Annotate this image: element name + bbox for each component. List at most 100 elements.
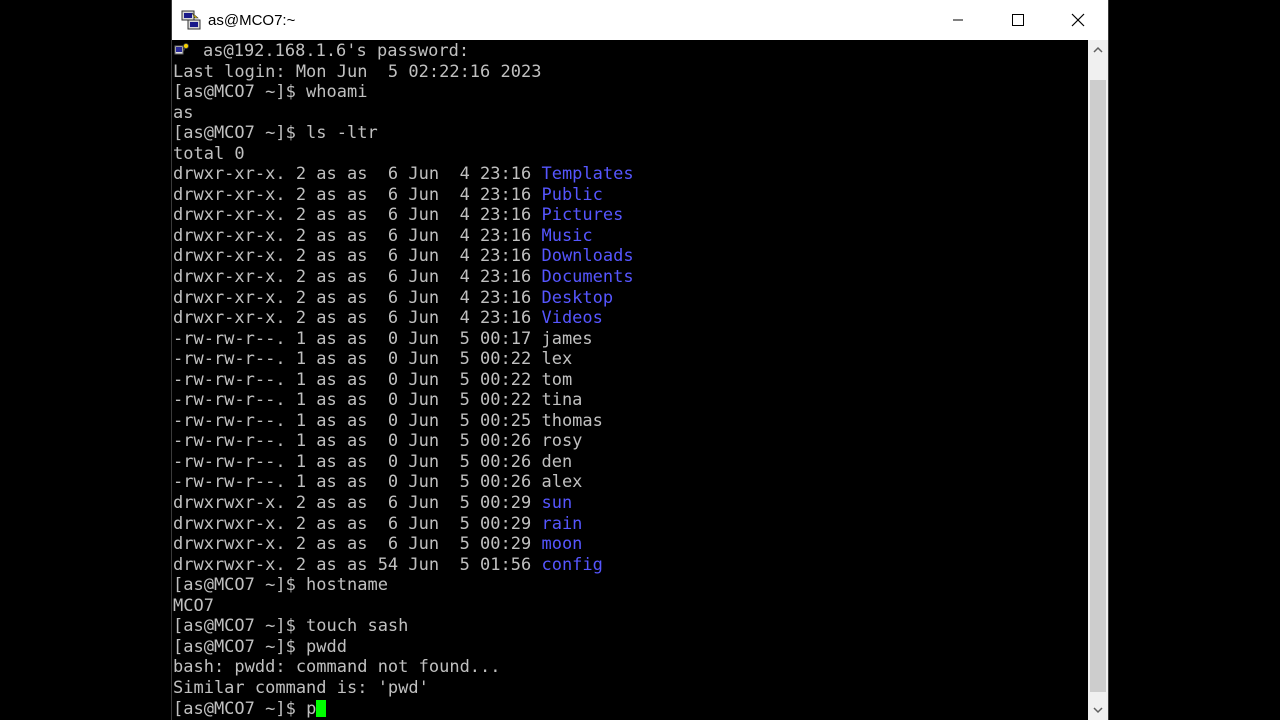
scroll-up-button[interactable]	[1088, 40, 1108, 60]
file-name: lex	[541, 349, 573, 370]
command-input[interactable]: p	[306, 699, 316, 719]
directory-name: Desktop	[541, 287, 614, 308]
line-text: [as@MCO7 ~]$ hostname	[173, 575, 388, 596]
directory-name: Documents	[541, 267, 634, 288]
terminal-line: drwxr-xr-x. 2 as as 6 Jun 4 23:16 Public	[173, 185, 634, 206]
terminal-line: drwxr-xr-x. 2 as as 6 Jun 4 23:16 Downlo…	[173, 246, 634, 267]
directory-name: Templates	[541, 164, 634, 185]
close-icon	[1071, 13, 1085, 27]
line-text: [as@MCO7 ~]$ pwdd	[173, 636, 347, 657]
line-text: -rw-rw-r--. 1 as as 0 Jun 5 00:26	[173, 431, 542, 452]
terminal-line: [as@MCO7 ~]$ pwdd	[173, 637, 634, 658]
chevron-down-icon	[1093, 707, 1103, 714]
directory-name: Music	[541, 225, 593, 246]
window-title: as@MCO7:~	[208, 11, 296, 29]
terminal-line: [as@MCO7 ~]$ whoami	[173, 82, 634, 103]
line-text: drwxr-xr-x. 2 as as 6 Jun 4 23:16	[173, 246, 542, 267]
line-text: -rw-rw-r--. 1 as as 0 Jun 5 00:26	[173, 472, 542, 493]
terminal-line: as	[173, 103, 634, 124]
text-cursor	[316, 699, 327, 717]
terminal-line: drwxrwxr-x. 2 as as 6 Jun 5 00:29 rain	[173, 514, 634, 535]
file-name: james	[541, 328, 593, 349]
file-name: tom	[541, 369, 573, 390]
terminal-line: [as@MCO7 ~]$ hostname	[173, 575, 634, 596]
close-button[interactable]	[1048, 0, 1108, 40]
directory-name: config	[541, 554, 603, 575]
line-text: total 0	[173, 143, 245, 164]
terminal-line: Last login: Mon Jun 5 02:22:16 2023	[173, 62, 634, 83]
directory-name: moon	[541, 534, 583, 555]
terminal-line: -rw-rw-r--. 1 as as 0 Jun 5 00:22 tina	[173, 390, 634, 411]
line-text: MCO7	[173, 595, 214, 616]
line-text: -rw-rw-r--. 1 as as 0 Jun 5 00:25	[173, 410, 542, 431]
command-input-line[interactable]: [as@MCO7 ~]$ p	[173, 699, 634, 720]
line-text: Similar command is: 'pwd'	[173, 677, 429, 698]
directory-name: rain	[541, 513, 583, 534]
file-name: alex	[541, 472, 583, 493]
line-text: -rw-rw-r--. 1 as as 0 Jun 5 00:22	[173, 349, 542, 370]
line-text: drwxr-xr-x. 2 as as 6 Jun 4 23:16	[173, 308, 542, 329]
terminal-line: -rw-rw-r--. 1 as as 0 Jun 5 00:26 den	[173, 452, 634, 473]
line-text: drwxrwxr-x. 2 as as 54 Jun 5 01:56	[173, 554, 542, 575]
terminal-line: drwxrwxr-x. 2 as as 54 Jun 5 01:56 confi…	[173, 555, 634, 576]
line-text: -rw-rw-r--. 1 as as 0 Jun 5 00:22	[173, 369, 542, 390]
password-prompt-text: as@192.168.1.6's password:	[203, 41, 470, 61]
terminal-line: drwxrwxr-x. 2 as as 6 Jun 5 00:29 moon	[173, 534, 634, 555]
terminal-line: drwxr-xr-x. 2 as as 6 Jun 4 23:16 Deskto…	[173, 288, 634, 309]
file-name: rosy	[541, 431, 583, 452]
line-text: -rw-rw-r--. 1 as as 0 Jun 5 00:17	[173, 328, 542, 349]
terminal-line: [as@MCO7 ~]$ ls -ltr	[173, 123, 634, 144]
maximize-button[interactable]	[988, 0, 1048, 40]
line-text: drwxr-xr-x. 2 as as 6 Jun 4 23:16	[173, 267, 542, 288]
putty-window: as@MCO7:~ as@192.168.1.6's password: Las…	[171, 0, 1109, 720]
terminal-line: [as@MCO7 ~]$ touch sash	[173, 616, 634, 637]
line-text: [as@MCO7 ~]$ ls -ltr	[173, 123, 378, 144]
terminal-line: drwxr-xr-x. 2 as as 6 Jun 4 23:16 Videos	[173, 308, 634, 329]
scroll-thumb[interactable]	[1090, 80, 1106, 692]
terminal-line: drwxr-xr-x. 2 as as 6 Jun 4 23:16 Docume…	[173, 267, 634, 288]
terminal-line: -rw-rw-r--. 1 as as 0 Jun 5 00:26 alex	[173, 472, 634, 493]
terminal-output: as@192.168.1.6's password: Last login: M…	[173, 41, 634, 719]
line-text: -rw-rw-r--. 1 as as 0 Jun 5 00:26	[173, 451, 542, 472]
line-text: drwxrwxr-x. 2 as as 6 Jun 5 00:29	[173, 534, 542, 555]
directory-name: Public	[541, 184, 603, 205]
terminal-line: -rw-rw-r--. 1 as as 0 Jun 5 00:26 rosy	[173, 431, 634, 452]
terminal-line: drwxr-xr-x. 2 as as 6 Jun 4 23:16 Pictur…	[173, 205, 634, 226]
putty-icon	[181, 10, 201, 30]
terminal-line: -rw-rw-r--. 1 as as 0 Jun 5 00:17 james	[173, 329, 634, 350]
terminal-area[interactable]: as@192.168.1.6's password: Last login: M…	[172, 40, 1088, 720]
line-text: bash: pwdd: command not found...	[173, 657, 501, 678]
line-text: drwxrwxr-x. 2 as as 6 Jun 5 00:29	[173, 513, 542, 534]
terminal-line: MCO7	[173, 596, 634, 617]
line-text: Last login: Mon Jun 5 02:22:16 2023	[173, 61, 542, 82]
vertical-scrollbar[interactable]	[1088, 40, 1108, 720]
file-name: thomas	[541, 410, 603, 431]
directory-name: Videos	[541, 308, 603, 329]
terminal-line: total 0	[173, 144, 634, 165]
scroll-down-button[interactable]	[1088, 700, 1108, 720]
line-text: [as@MCO7 ~]$ whoami	[173, 82, 368, 103]
directory-name: sun	[541, 493, 573, 514]
key-icon	[174, 43, 189, 55]
title-bar[interactable]: as@MCO7:~	[172, 0, 1108, 40]
terminal-line: drwxr-xr-x. 2 as as 6 Jun 4 23:16 Music	[173, 226, 634, 247]
chevron-up-icon	[1093, 46, 1103, 53]
password-prompt-line: as@192.168.1.6's password:	[173, 41, 634, 62]
terminal-line: Similar command is: 'pwd'	[173, 678, 634, 699]
line-text: -rw-rw-r--. 1 as as 0 Jun 5 00:22	[173, 390, 542, 411]
terminal-line: drwxrwxr-x. 2 as as 6 Jun 5 00:29 sun	[173, 493, 634, 514]
maximize-icon	[1012, 14, 1024, 26]
line-text: drwxr-xr-x. 2 as as 6 Jun 4 23:16	[173, 164, 542, 185]
directory-name: Downloads	[541, 246, 634, 267]
file-name: tina	[541, 390, 583, 411]
line-text: drwxr-xr-x. 2 as as 6 Jun 4 23:16	[173, 205, 542, 226]
terminal-line: -rw-rw-r--. 1 as as 0 Jun 5 00:22 tom	[173, 370, 634, 391]
minimize-icon	[953, 19, 963, 21]
terminal-line: -rw-rw-r--. 1 as as 0 Jun 5 00:22 lex	[173, 349, 634, 370]
terminal-line: drwxr-xr-x. 2 as as 6 Jun 4 23:16 Templa…	[173, 164, 634, 185]
minimize-button[interactable]	[928, 0, 988, 40]
file-name: den	[541, 451, 573, 472]
line-text: as	[173, 102, 194, 123]
line-text: drwxr-xr-x. 2 as as 6 Jun 4 23:16	[173, 287, 542, 308]
terminal-line: -rw-rw-r--. 1 as as 0 Jun 5 00:25 thomas	[173, 411, 634, 432]
